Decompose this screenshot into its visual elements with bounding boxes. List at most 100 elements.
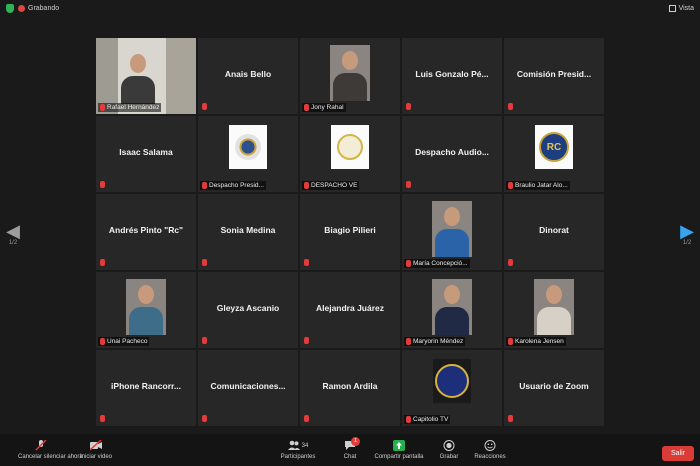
participant-name: Dinorat xyxy=(539,225,569,235)
participant-name: Biagio Pilieri xyxy=(324,225,376,235)
record-label: Grabar xyxy=(439,454,459,460)
grid-view-icon xyxy=(668,4,676,12)
share-screen-button[interactable]: Compartir pantalla xyxy=(372,440,426,460)
participant-logo xyxy=(229,125,267,169)
participant-photo xyxy=(432,279,472,335)
smiley-icon xyxy=(484,440,496,451)
mic-muted-icon xyxy=(202,415,207,422)
participant-photo xyxy=(126,279,166,335)
participant-tile[interactable]: Ramon Ardila xyxy=(300,350,400,426)
mic-muted-icon xyxy=(100,259,105,266)
participant-name: DESPACHO VE xyxy=(311,182,358,189)
participant-photo xyxy=(330,45,370,101)
participant-body xyxy=(129,307,163,335)
participant-tile[interactable]: Sonia Medina xyxy=(198,194,298,270)
view-button[interactable]: Vista xyxy=(668,4,694,12)
participant-name-label: Karolena Jensen xyxy=(506,337,566,346)
participant-body xyxy=(537,307,571,335)
participant-tile[interactable]: Alejandra Juárez xyxy=(300,272,400,348)
participant-name: Comisión Presid... xyxy=(516,69,592,79)
participant-name: Rafael Hernández xyxy=(107,104,160,111)
participant-head xyxy=(444,285,460,304)
participant-tile[interactable]: DESPACHO VE xyxy=(300,116,400,192)
mic-muted-icon xyxy=(406,416,411,423)
start-video-label: Iniciar video xyxy=(79,454,112,460)
mic-muted-icon xyxy=(508,103,513,110)
participant-name: Usuario de Zoom xyxy=(519,381,589,391)
participants-button[interactable]: 34 Participantes xyxy=(276,440,320,460)
participant-body xyxy=(333,73,367,101)
participant-tile[interactable]: Capitolio TV xyxy=(402,350,502,426)
participant-name-label: Maryorin Méndez xyxy=(404,337,466,346)
participant-body xyxy=(121,76,155,104)
mic-muted-icon xyxy=(508,259,513,266)
participant-tile[interactable]: María Concepció... xyxy=(402,194,502,270)
record-button[interactable]: Grabar xyxy=(436,440,462,460)
participant-tile[interactable]: Gleyza Ascanio xyxy=(198,272,298,348)
participant-tile[interactable]: Despacho Audio... xyxy=(402,116,502,192)
mic-muted-icon xyxy=(304,104,309,111)
share-screen-label: Compartir pantalla xyxy=(374,454,424,460)
participant-tile[interactable]: Maryorin Méndez xyxy=(402,272,502,348)
participant-logo xyxy=(331,125,369,169)
participant-tile[interactable]: iPhone Rancorr... xyxy=(96,350,196,426)
participant-name: Karolena Jensen xyxy=(515,338,564,345)
participant-tile[interactable]: Comisión Presid... xyxy=(504,38,604,114)
participants-count: 34 xyxy=(301,442,309,449)
participant-logo: RC xyxy=(535,125,573,169)
participant-tile[interactable]: Jony Rahal xyxy=(300,38,400,114)
mic-muted-icon xyxy=(100,415,105,422)
unmute-label: Cancelar silenciar ahora xyxy=(18,454,83,460)
participant-tile[interactable]: Despacho Presid... xyxy=(198,116,298,192)
mic-muted-icon xyxy=(508,182,513,189)
participant-tile[interactable]: Karolena Jensen xyxy=(504,272,604,348)
participant-tile[interactable]: Andrés Pinto "Rc" xyxy=(96,194,196,270)
participant-tile[interactable]: Dinorat xyxy=(504,194,604,270)
participant-tile[interactable]: Comunicaciones... xyxy=(198,350,298,426)
participant-tile[interactable]: Luis Gonzalo Pé... xyxy=(402,38,502,114)
participant-tile[interactable]: RC Braulio Jatar Alo... xyxy=(504,116,604,192)
participant-body xyxy=(435,307,469,335)
security-shield-icon[interactable] xyxy=(6,3,14,13)
participant-tile[interactable]: Biagio Pilieri xyxy=(300,194,400,270)
prev-page-button[interactable]: ◀ 1/2 xyxy=(6,222,20,246)
participant-name: Sonia Medina xyxy=(220,225,276,235)
participant-body xyxy=(435,229,469,257)
participants-label: Participantes xyxy=(280,454,316,460)
reactions-label: Reacciones xyxy=(474,454,506,460)
chat-button[interactable]: 1 Chat xyxy=(336,437,364,460)
participant-head xyxy=(138,285,154,304)
mic-muted-icon xyxy=(304,259,309,266)
participant-name-label: Rafael Hernández xyxy=(98,103,162,112)
next-page-button[interactable]: ▶ 1/2 xyxy=(680,222,694,246)
participant-name: Gleyza Ascanio xyxy=(216,303,280,313)
chevron-right-icon: ▶ xyxy=(680,221,694,241)
participant-name: Isaac Salama xyxy=(119,147,173,157)
mic-muted-icon xyxy=(100,338,105,345)
mic-muted-icon xyxy=(508,415,513,422)
participant-tile[interactable]: Rafael Hernández xyxy=(96,38,196,114)
participant-name: iPhone Rancorr... xyxy=(111,381,181,391)
unmute-button[interactable]: Cancelar silenciar ahora xyxy=(18,440,83,460)
participant-tile[interactable]: Usuario de Zoom xyxy=(504,350,604,426)
participant-head xyxy=(342,51,358,70)
mic-muted-icon xyxy=(202,337,207,344)
mic-muted-icon xyxy=(100,181,105,188)
leave-button[interactable]: Salir xyxy=(662,446,694,461)
participant-head xyxy=(546,285,562,304)
recording-status: Grabando xyxy=(28,4,60,12)
seal-icon xyxy=(337,134,363,160)
reactions-button[interactable]: Reacciones xyxy=(470,440,510,460)
view-label: Vista xyxy=(678,4,694,12)
mic-muted-icon xyxy=(202,259,207,266)
participant-name: Despacho Presid... xyxy=(209,182,264,189)
participant-tile[interactable]: Unai Pacheco xyxy=(96,272,196,348)
chevron-left-icon: ◀ xyxy=(6,221,20,241)
mic-muted-icon xyxy=(202,182,207,189)
participant-tile[interactable]: Anais Bello xyxy=(198,38,298,114)
mic-muted-icon xyxy=(406,103,411,110)
coat-of-arms-icon xyxy=(235,134,261,160)
mic-muted-icon xyxy=(304,182,309,189)
start-video-button[interactable]: Iniciar video xyxy=(74,440,118,460)
participant-tile[interactable]: Isaac Salama xyxy=(96,116,196,192)
